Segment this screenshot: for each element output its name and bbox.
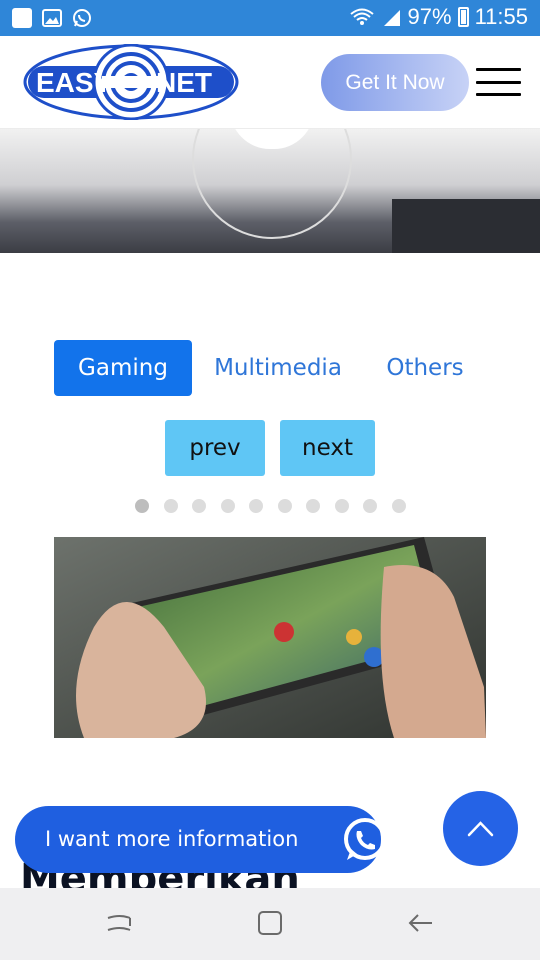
slider-dot[interactable] bbox=[249, 499, 263, 513]
app-notification-icon bbox=[12, 8, 32, 28]
whatsapp-notification-icon bbox=[73, 9, 91, 27]
hero-banner-image bbox=[0, 129, 540, 253]
clock: 11:55 bbox=[474, 4, 528, 29]
slider-dot[interactable] bbox=[363, 499, 377, 513]
home-icon[interactable] bbox=[256, 908, 286, 938]
mobile-gaming-photo bbox=[54, 537, 486, 738]
logo-text-net: NET bbox=[156, 67, 212, 98]
tab-others-label: Others bbox=[386, 355, 464, 381]
signal-icon bbox=[383, 10, 400, 26]
get-it-now-label: Get It Now bbox=[345, 70, 445, 94]
slider-dot[interactable] bbox=[135, 499, 149, 513]
next-button[interactable]: next bbox=[280, 420, 375, 476]
tab-others[interactable]: Others bbox=[376, 340, 474, 396]
tab-multimedia[interactable]: Multimedia bbox=[206, 340, 350, 396]
status-bar: 97% 11:55 bbox=[0, 0, 540, 36]
logo-text-easy: EASY bbox=[36, 67, 113, 98]
system-indicators: 97% 11:55 bbox=[349, 4, 528, 30]
slider-dot[interactable] bbox=[306, 499, 320, 513]
android-navigation-bar bbox=[0, 888, 540, 960]
site-header: EASY NET Get It Now bbox=[0, 36, 540, 129]
chevron-up-icon bbox=[467, 821, 494, 837]
hamburger-menu-icon[interactable] bbox=[476, 68, 521, 96]
gallery-icon bbox=[42, 9, 62, 27]
easynet-logo[interactable]: EASY NET bbox=[22, 44, 240, 120]
slider-dot[interactable] bbox=[277, 499, 292, 513]
slider-dot[interactable] bbox=[220, 499, 235, 513]
next-label: next bbox=[302, 435, 353, 461]
hero-monitor-graphic bbox=[392, 199, 540, 253]
whatsapp-contact-button[interactable]: I want more information bbox=[15, 806, 386, 873]
slider-dot[interactable] bbox=[163, 499, 178, 513]
whatsapp-icon bbox=[344, 818, 386, 860]
whatsapp-button-label: I want more information bbox=[45, 827, 299, 851]
battery-percentage: 97% bbox=[407, 4, 452, 29]
slider-dot[interactable] bbox=[391, 499, 406, 513]
recent-apps-icon[interactable] bbox=[105, 908, 135, 938]
scroll-to-top-button[interactable] bbox=[443, 791, 518, 866]
tab-gaming-label: Gaming bbox=[78, 355, 168, 381]
tab-multimedia-label: Multimedia bbox=[214, 355, 342, 381]
tab-gaming[interactable]: Gaming bbox=[54, 340, 192, 396]
get-it-now-button[interactable]: Get It Now bbox=[321, 54, 469, 111]
slider-dot[interactable] bbox=[334, 499, 349, 513]
wifi-icon bbox=[349, 8, 374, 25]
battery-icon bbox=[457, 7, 469, 27]
slider-pagination bbox=[135, 499, 406, 513]
prev-button[interactable]: prev bbox=[165, 420, 265, 476]
slider-dot[interactable] bbox=[192, 499, 206, 513]
prev-label: prev bbox=[189, 435, 241, 461]
notification-icons bbox=[12, 8, 92, 28]
back-icon[interactable] bbox=[406, 908, 436, 938]
